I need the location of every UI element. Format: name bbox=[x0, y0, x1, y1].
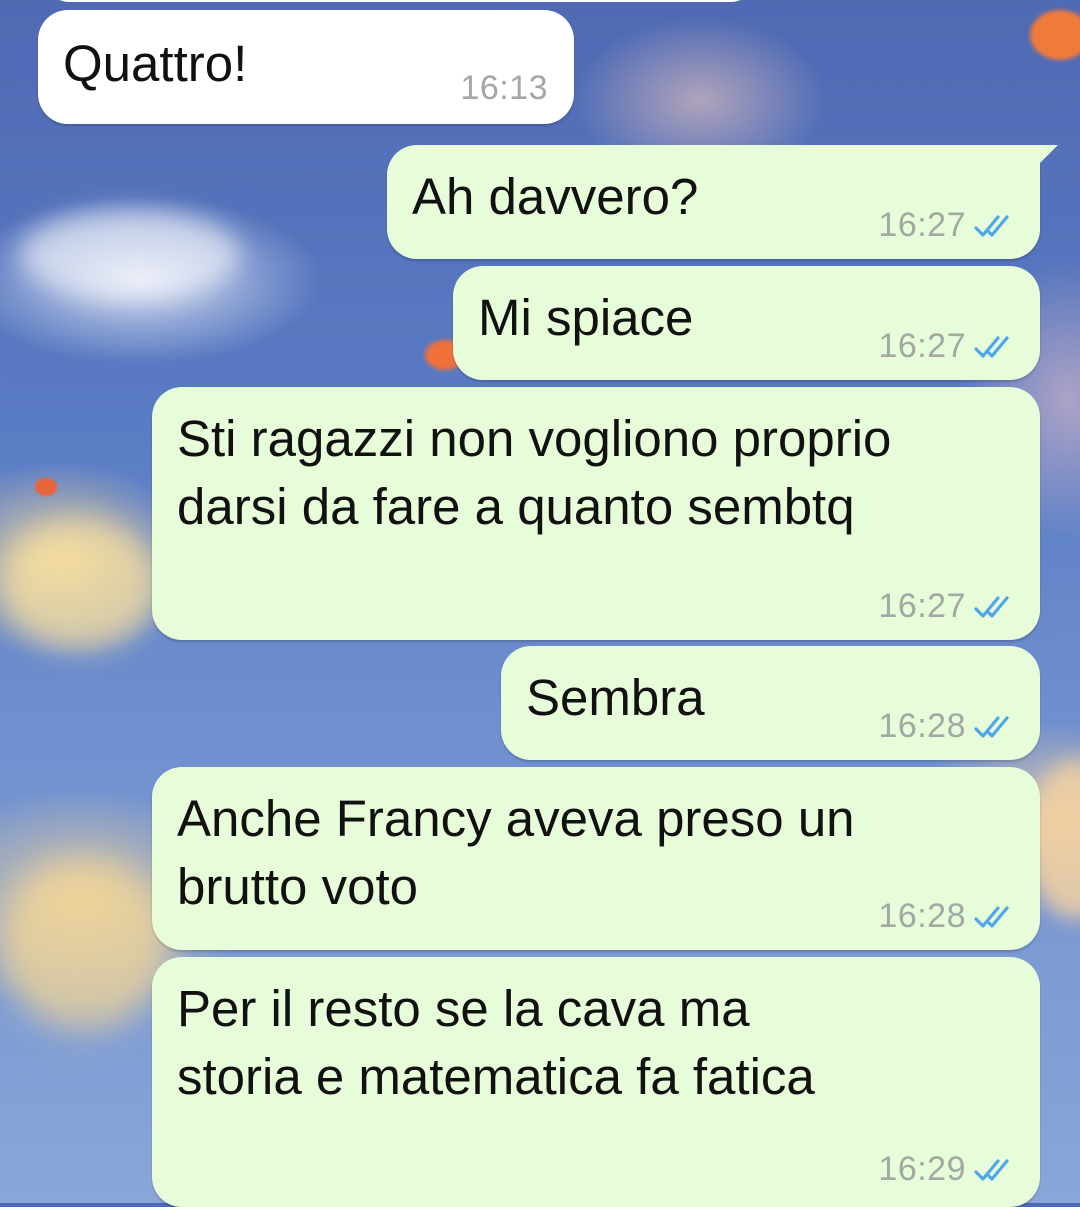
double-check-icon bbox=[974, 905, 1009, 928]
previous-message-edge bbox=[45, 0, 755, 2]
double-check-icon bbox=[974, 715, 1009, 738]
double-check-icon bbox=[974, 1158, 1009, 1181]
message-meta: 16:27 bbox=[878, 327, 1018, 366]
incoming-message-bubble[interactable]: Quattro! 16:13 bbox=[38, 10, 574, 124]
double-check-icon bbox=[974, 595, 1009, 618]
message-time: 16:13 bbox=[460, 69, 548, 107]
message-meta: 16:27 bbox=[878, 206, 1018, 245]
outgoing-message-bubble[interactable]: Mi spiace 16:27 bbox=[453, 266, 1040, 380]
message-meta: 16:29 bbox=[878, 1150, 1018, 1189]
message-time: 16:28 bbox=[878, 707, 966, 745]
double-check-icon bbox=[974, 335, 1009, 358]
message-time: 16:27 bbox=[878, 587, 966, 625]
message-time: 16:27 bbox=[878, 327, 966, 365]
outgoing-message-bubble[interactable]: Ah davvero? 16:27 bbox=[387, 145, 1058, 259]
message-text: Sti ragazzi non vogliono proprio darsi d… bbox=[177, 410, 892, 535]
message-time: 16:27 bbox=[878, 206, 966, 244]
outgoing-message-bubble[interactable]: Sti ragazzi non vogliono proprio darsi d… bbox=[152, 387, 1040, 640]
message-time: 16:29 bbox=[878, 1150, 966, 1188]
message-meta: 16:28 bbox=[878, 897, 1018, 936]
wallpaper-cloud bbox=[20, 210, 240, 300]
wallpaper-cloud bbox=[0, 860, 170, 1030]
wallpaper-petal bbox=[1030, 10, 1080, 60]
double-check-icon bbox=[974, 214, 1009, 237]
message-time: 16:28 bbox=[878, 897, 966, 935]
outgoing-message-bubble[interactable]: Sembra 16:28 bbox=[501, 646, 1040, 760]
wallpaper-petal bbox=[35, 478, 57, 496]
message-text: Per il resto se la cava ma storia e mate… bbox=[177, 980, 815, 1105]
bubble-tail bbox=[1036, 145, 1058, 167]
outgoing-message-bubble[interactable]: Per il resto se la cava ma storia e mate… bbox=[152, 957, 1040, 1207]
message-meta: 16:13 bbox=[460, 69, 548, 108]
outgoing-message-bubble[interactable]: Anche Francy aveva preso un brutto voto … bbox=[152, 767, 1040, 950]
message-meta: 16:28 bbox=[878, 707, 1018, 746]
wallpaper-cloud bbox=[0, 520, 160, 650]
message-meta: 16:27 bbox=[878, 587, 1018, 626]
